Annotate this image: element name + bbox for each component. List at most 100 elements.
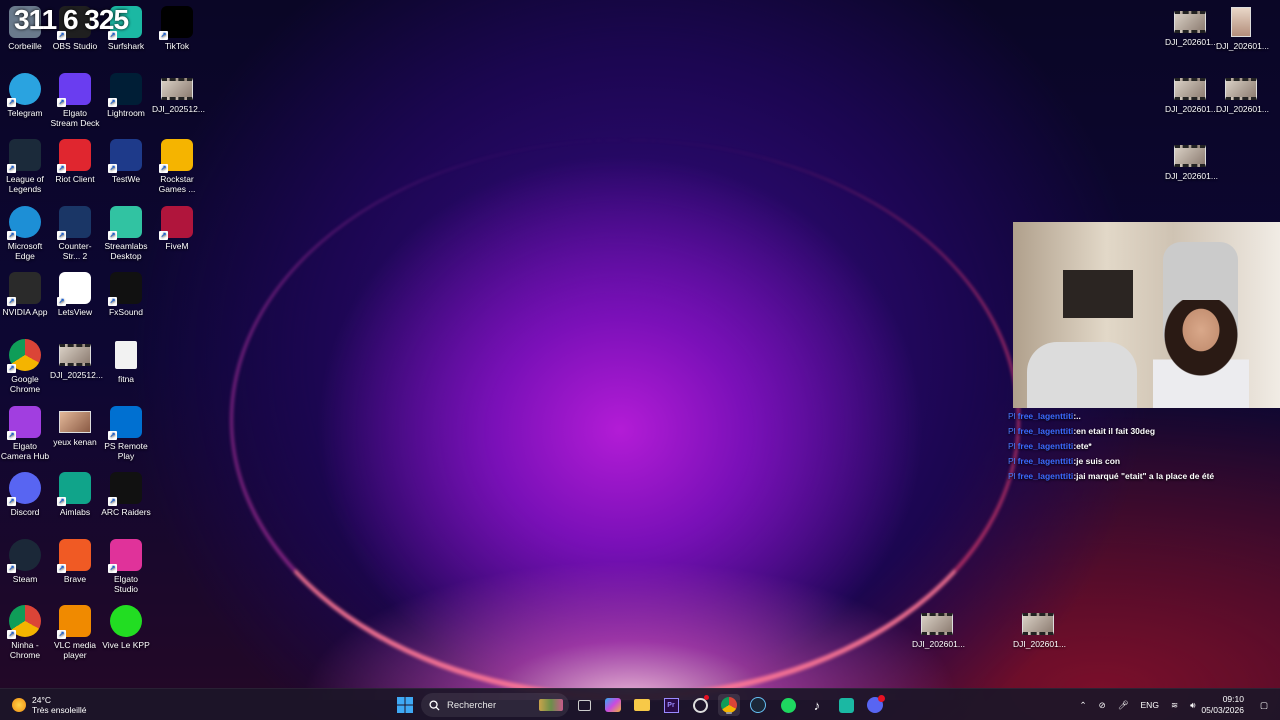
clock[interactable]: 09:10 05/03/2026 xyxy=(1201,694,1244,716)
desktop-icon[interactable]: ↗ LetsView xyxy=(50,272,100,317)
desktop-icon-label: DJI_202601... xyxy=(1165,37,1218,47)
desktop-icon[interactable]: ↗ Brave xyxy=(50,538,100,584)
desktop-icon-label: DJI_202601... xyxy=(1013,639,1066,649)
desktop-file-icon[interactable]: DJI_202601... xyxy=(1013,608,1066,649)
volume-icon[interactable]: 🔊︎ xyxy=(1190,700,1195,711)
task-view-icon xyxy=(577,699,591,711)
microphone-icon[interactable]: 🎤︎ xyxy=(1118,700,1129,711)
taskbar-chrome[interactable] xyxy=(718,694,740,716)
notification-icon[interactable]: ▢ xyxy=(1260,700,1268,711)
desktop-icon[interactable]: ↗ League of Legends xyxy=(0,139,50,194)
taskbar-discord[interactable] xyxy=(864,694,886,716)
task-view-button[interactable] xyxy=(573,694,595,716)
desktop-icon[interactable]: ↗ PS Remote Play xyxy=(101,405,151,461)
desktop-icon-label: Surfshark xyxy=(107,41,145,51)
taskbar: 24°C Très ensoleillé Rechercher Pr ♪ ⌃ ⊘… xyxy=(0,688,1280,720)
desktop-file-icon[interactable]: DJI_202601... xyxy=(912,608,965,649)
shortcut-arrow-icon: ↗ xyxy=(108,563,117,573)
desktop-icon-label: Vive Le KPP xyxy=(102,640,150,651)
taskbar-steam[interactable] xyxy=(747,694,769,716)
taskbar-file-explorer[interactable] xyxy=(631,694,653,716)
video-file-icon xyxy=(1174,78,1206,100)
desktop-icon[interactable]: ↗ FxSound xyxy=(101,272,151,317)
desktop-file-icon[interactable]: DJI_202601... xyxy=(1165,140,1218,181)
shortcut-arrow-icon: ↗ xyxy=(57,297,66,307)
desktop-icon[interactable]: Vive Le KPP xyxy=(101,605,151,650)
rockstar-icon: ↗ xyxy=(159,139,193,174)
desktop-icon[interactable]: yeux kenan xyxy=(50,406,100,447)
taskbar-obs[interactable] xyxy=(689,694,711,716)
desktop-icon[interactable]: ↗ VLC media player xyxy=(50,605,100,660)
search-box[interactable]: Rechercher xyxy=(421,693,569,717)
chevron-up-icon[interactable]: ⌃ xyxy=(1079,700,1086,711)
taskbar-copilot[interactable] xyxy=(602,694,624,716)
arc-raiders-icon: ↗ xyxy=(108,472,142,507)
desktop-icon[interactable]: ↗ ARC Raiders xyxy=(101,472,151,517)
desktop-file-icon[interactable]: DJI_202601... xyxy=(1165,6,1218,47)
desktop-file-icon[interactable]: DJI_202601... xyxy=(1216,6,1269,51)
shortcut-arrow-icon: ↗ xyxy=(57,563,66,573)
desktop-icon[interactable]: ↗ Microsoft Edge xyxy=(0,205,50,261)
desktop-icon-label: Aimlabs xyxy=(59,507,91,518)
video-file-icon xyxy=(921,613,953,635)
wifi-icon[interactable]: ≋ xyxy=(1171,700,1178,711)
desktop-icon[interactable]: ↗ Elgato Camera Hub xyxy=(0,405,50,461)
shortcut-arrow-icon: ↗ xyxy=(159,31,168,40)
desktop-icon[interactable]: ↗ FiveM xyxy=(152,205,202,251)
desktop-icon-label: DJI_202601... xyxy=(1216,41,1269,51)
desktop-icon[interactable]: ↗ Streamlabs Desktop xyxy=(101,205,151,261)
desktop-icon-label: Corbeille xyxy=(8,41,42,51)
desktop-icon-label: VLC media player xyxy=(53,640,97,661)
desktop-icon[interactable]: ↗ Aimlabs xyxy=(50,472,100,517)
taskbar-spotify[interactable] xyxy=(777,694,799,716)
desktop-file-icon[interactable]: DJI_202601... xyxy=(1216,73,1269,114)
weather-temp: 24°C xyxy=(32,695,51,705)
network-off-icon[interactable]: ⊘ xyxy=(1099,700,1106,711)
clock-time: 09:10 xyxy=(1222,694,1244,704)
desktop-icon[interactable]: ↗ Telegram xyxy=(0,72,50,118)
taskbar-surfshark[interactable] xyxy=(835,694,857,716)
start-button[interactable] xyxy=(394,694,416,716)
desktop-icon-label: Steam xyxy=(12,573,38,584)
video-file-icon xyxy=(1022,613,1054,635)
chat-message: Pl free_lagenttiti:.. xyxy=(1008,411,1081,421)
desktop-icon-label: DJI_202601... xyxy=(912,639,965,649)
desktop-icon[interactable]: ↗ Elgato Studio xyxy=(101,538,151,594)
riot-client-icon: ↗ xyxy=(57,139,91,174)
desktop-icon[interactable]: ↗ Elgato Stream Deck xyxy=(50,72,100,128)
desktop-icon[interactable]: ↗ Discord xyxy=(0,472,50,517)
chat-username: free_lagenttiti xyxy=(1017,456,1074,466)
desktop-icon-label: TestWe xyxy=(111,174,141,185)
desktop-icon[interactable]: ↗ Counter-Str... 2 xyxy=(50,205,100,261)
desktop-icon-label: Brave xyxy=(63,573,87,584)
desktop-icon[interactable]: ↗ NVIDIA App xyxy=(0,272,50,317)
nvidia-icon: ↗ xyxy=(7,272,41,307)
elgato-studio-icon: ↗ xyxy=(108,538,142,573)
desktop-icon[interactable]: ↗ Lightroom xyxy=(101,72,151,118)
testwe-icon: ↗ xyxy=(108,139,142,174)
desktop-icon[interactable]: DJI_202512... xyxy=(152,73,205,114)
desktop-icon[interactable]: ↗ Ninha - Chrome xyxy=(0,605,50,660)
desktop-icon[interactable]: ↗ Steam xyxy=(0,538,50,584)
desktop-icon-label: TikTok xyxy=(164,41,190,51)
video-file-icon xyxy=(1225,78,1257,100)
desktop-icon[interactable]: ↗ TikTok xyxy=(152,6,202,51)
desktop-icon[interactable]: ↗ TestWe xyxy=(101,139,151,184)
weather-widget[interactable]: 24°C Très ensoleillé xyxy=(12,695,87,715)
streamlabs-icon: ↗ xyxy=(108,205,142,240)
desktop-file-icon[interactable]: DJI_202601... xyxy=(1165,73,1218,114)
weather-desc: Très ensoleillé xyxy=(32,705,87,715)
taskbar-tiktok[interactable]: ♪ xyxy=(806,694,828,716)
desktop-icon-label: OBS Studio xyxy=(52,41,98,51)
language-indicator[interactable]: ENG xyxy=(1141,700,1159,710)
counter-strike-icon: ↗ xyxy=(57,205,91,240)
desktop-icon-label: Ninha - Chrome xyxy=(9,640,41,661)
taskbar-premiere[interactable]: Pr xyxy=(660,694,682,716)
desktop-icon[interactable]: DJI_202512... xyxy=(50,339,103,380)
desktop-icon[interactable]: ↗ Google Chrome xyxy=(0,339,50,394)
desktop-icon[interactable]: ↗ Riot Client xyxy=(50,139,100,184)
desktop-icon[interactable]: ↗ Rockstar Games ... xyxy=(152,139,202,194)
desktop-overlay-digits: 311 6 325 xyxy=(14,4,129,36)
desktop-icon[interactable]: fitna xyxy=(101,339,151,384)
shortcut-arrow-icon: ↗ xyxy=(108,430,117,440)
